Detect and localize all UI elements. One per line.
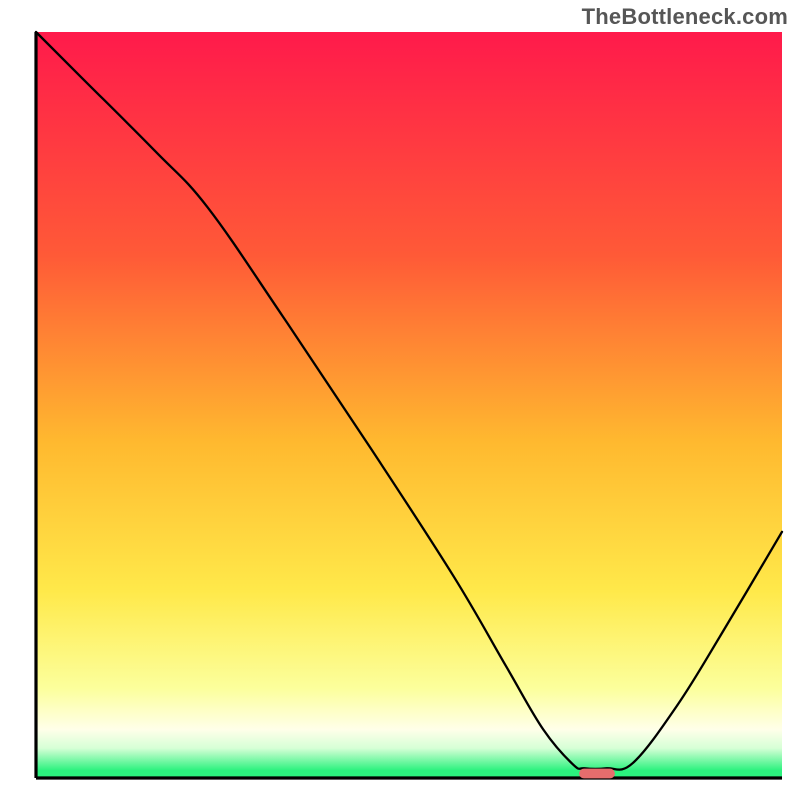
optimum-marker <box>579 769 615 779</box>
chart-container: TheBottleneck.com <box>0 0 800 800</box>
watermark-text: TheBottleneck.com <box>582 4 788 30</box>
bottleneck-chart <box>0 0 800 800</box>
